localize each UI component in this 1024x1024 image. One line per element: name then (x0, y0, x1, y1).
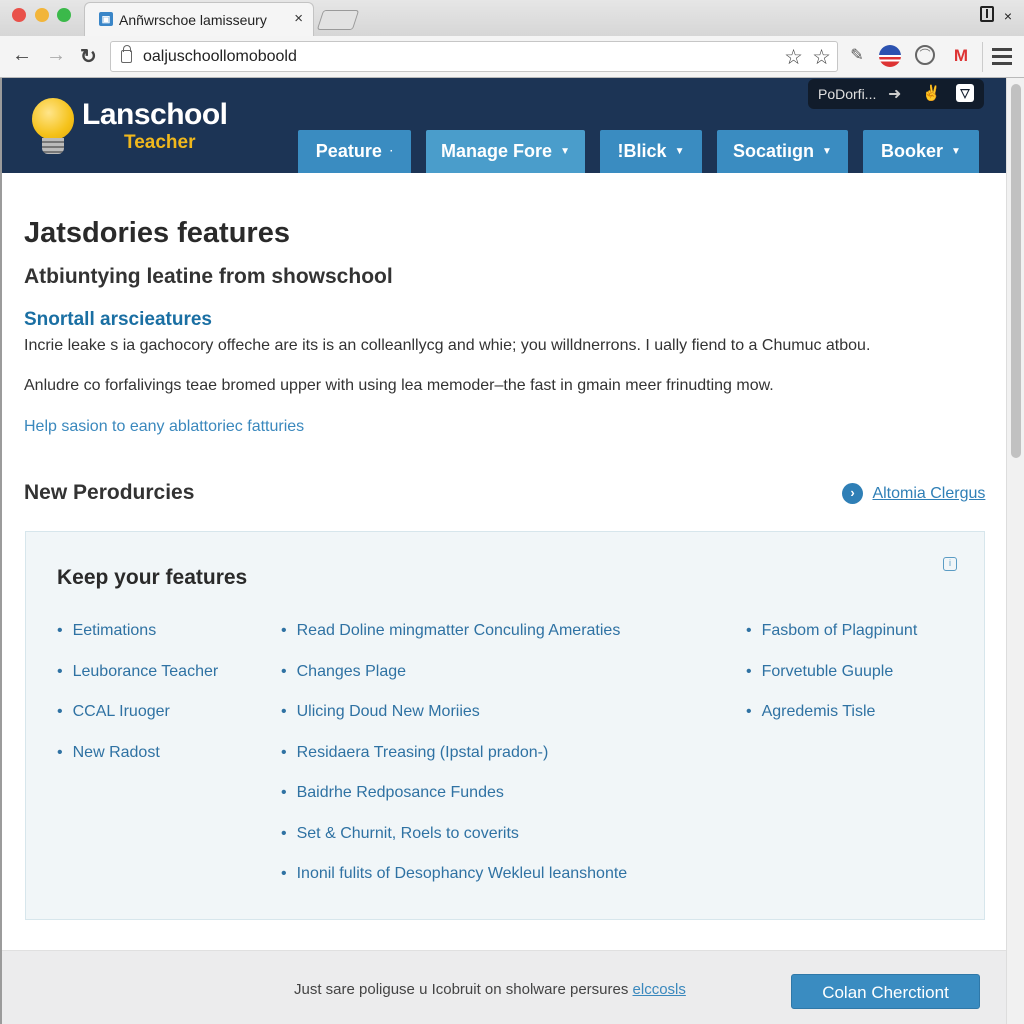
cta-button[interactable]: Colan Cherctiont (791, 974, 980, 1009)
feature-box: Keep your features i Eetimations Leubora… (25, 531, 985, 920)
extension-icon[interactable]: ✎ (846, 45, 868, 67)
caret-icon: · (389, 146, 394, 157)
help-link[interactable]: Help sasion to eany ablattoriec fatturie… (24, 418, 304, 436)
mail-extension-icon[interactable]: M (950, 45, 972, 67)
nav-tab-blick[interactable]: !Blick ▼ (600, 130, 702, 173)
reload-icon[interactable]: ↻ (80, 44, 97, 69)
arrow-right-icon[interactable]: ➜ (888, 84, 901, 104)
info-icon[interactable]: i (943, 557, 957, 571)
list-item[interactable]: Ulicing Doud New Moriies (281, 703, 627, 744)
list-item[interactable]: Read Doline mingmatter Conculing Amerati… (281, 622, 627, 663)
side-link-text[interactable]: Altomia Clergus (872, 485, 985, 502)
nav-tab-manage-fore[interactable]: Manage Fore ▼ (426, 130, 585, 173)
bookmark-star-icon[interactable]: ☆ (784, 45, 803, 70)
side-link[interactable]: › Altomia Clergus (842, 483, 985, 504)
list-item[interactable]: Forvetuble Guuple (746, 663, 917, 704)
maximize-window-button[interactable] (57, 8, 71, 22)
nav-tab-label: !Blick (617, 141, 667, 161)
menu-icon[interactable] (992, 48, 1012, 69)
chevron-down-icon: ▼ (674, 146, 685, 157)
nav-tab-label: Booker (881, 141, 944, 161)
nav-tab-label: Peature (315, 141, 382, 161)
feature-list-column-3: Fasbom of Plagpinunt Forvetuble Guuple A… (746, 622, 918, 744)
nav-tab-booker[interactable]: Booker ▼ (863, 130, 979, 173)
lightbulb-icon (30, 96, 76, 142)
list-item[interactable]: Leuborance Teacher (57, 663, 219, 704)
chevron-down-icon: ▼ (951, 146, 961, 157)
feature-list-column-2: Read Doline mingmatter Conculing Amerati… (281, 622, 628, 906)
flag-extension-icon[interactable] (879, 45, 901, 67)
favicon-icon: ▣ (99, 12, 113, 26)
new-section-title: New Perodurcies (24, 481, 195, 504)
footer-text: Just sare poliguse u Icobruit on sholwar… (294, 981, 686, 998)
main-nav: Peature · Manage Fore ▼ !Blick ▼ Socatiı… (298, 130, 994, 173)
inbox-icon[interactable]: ▽ (956, 84, 974, 102)
page-subtitle: Atbiuntying leatine from showschool (24, 265, 393, 288)
chevron-down-icon: ▼ (560, 146, 570, 157)
lock-icon (121, 45, 132, 63)
scrollbar-thumb[interactable] (1011, 84, 1021, 458)
vertical-scrollbar[interactable] (1006, 78, 1024, 1024)
logo-name: Lanschool (82, 98, 228, 131)
page-footer: Just sare poliguse u Icobruit on sholwar… (2, 950, 1006, 1024)
list-item[interactable]: Fasbom of Plagpinunt (746, 622, 918, 663)
page-title: Jatsdories features (24, 217, 290, 249)
browser-toolbar: ← → ↻ oaljuschoollomoboold ☆ ☆ ✎ ⌒ M (0, 36, 1024, 78)
url-text[interactable]: oaljuschoollomoboold (143, 48, 297, 66)
browser-titlebar: ▣ Anñwrschoe lamisseury × × (0, 0, 1024, 36)
page-viewport: Lanschool Teacher PoDorfi... ➜ ✌ ▽ Peatu… (0, 78, 1024, 1024)
user-menu[interactable]: PoDorfi... ➜ ✌ ▽ (808, 79, 984, 109)
list-item[interactable]: Agredemis Tisle (746, 703, 917, 744)
nav-tab-socatign[interactable]: Socatiıgn ▼ (717, 130, 848, 173)
window-close-icon[interactable]: × (1004, 8, 1012, 24)
user-name[interactable]: PoDorfi... (818, 86, 876, 102)
list-item[interactable]: Baidrhe Redposance Fundes (281, 784, 627, 825)
list-item[interactable]: Changes Plage (281, 663, 627, 704)
address-bar[interactable]: oaljuschoollomoboold ☆ ☆ (110, 41, 838, 72)
feature-list-column-1: Eetimations Leuborance Teacher CCAL Iruo… (57, 622, 219, 785)
new-tab-button[interactable] (316, 10, 360, 30)
list-item[interactable]: Set & Churnit, Roels to coverits (281, 825, 627, 866)
chevron-right-icon: › (842, 483, 863, 504)
list-item[interactable]: New Radost (57, 744, 218, 785)
list-item[interactable]: Inonil fulits of Desophancy Wekleul lean… (281, 865, 628, 906)
toolbar-divider (982, 42, 983, 72)
section-heading: Snortall arscieatures (24, 309, 212, 330)
nav-tab-peature[interactable]: Peature · (298, 130, 411, 173)
bookmark-star-icon[interactable]: ☆ (812, 45, 831, 70)
nav-tab-label: Manage Fore (441, 141, 553, 161)
back-arrow-icon[interactable]: ← (12, 44, 32, 67)
logo-subtitle: Teacher (124, 132, 196, 153)
tab-close-icon[interactable]: × (294, 10, 303, 27)
lightbulb-base-icon (42, 138, 64, 154)
window-restore-icon[interactable] (980, 6, 994, 22)
footer-message: Just sare poliguse u Icobruit on sholwar… (294, 981, 633, 998)
secondary-paragraph: Anludre co forfalivings teae bromed uppe… (24, 377, 774, 394)
minimize-window-button[interactable] (35, 8, 49, 22)
list-item[interactable]: Residaera Treasing (Ipstal pradon-) (281, 744, 627, 785)
forward-arrow-icon[interactable]: → (46, 44, 66, 67)
list-item[interactable]: CCAL Iruoger (57, 703, 218, 744)
chevron-down-icon: ▼ (822, 146, 832, 157)
nav-tab-label: Socatiıgn (733, 141, 815, 161)
feature-box-title: Keep your features (57, 566, 248, 589)
intro-paragraph: Incrie leake s ia gachocory offeche are … (24, 337, 871, 354)
close-window-button[interactable] (12, 8, 26, 22)
list-item[interactable]: Eetimations (57, 622, 218, 663)
circle-extension-icon[interactable]: ⌒ (915, 45, 935, 65)
site-header: Lanschool Teacher PoDorfi... ➜ ✌ ▽ Peatu… (2, 78, 1006, 173)
footer-link[interactable]: elccosls (633, 981, 686, 998)
browser-tab[interactable]: ▣ Anñwrschoe lamisseury × (84, 2, 314, 36)
tools-icon[interactable]: ✌ (922, 84, 941, 102)
tab-title: Anñwrschoe lamisseury (119, 12, 267, 28)
